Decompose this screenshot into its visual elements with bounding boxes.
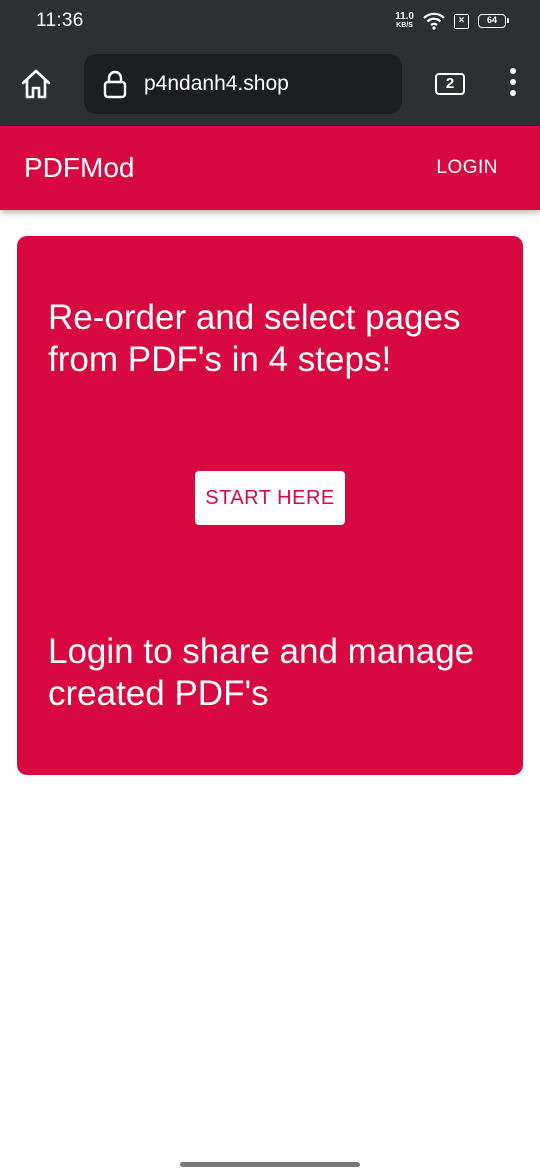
wifi-icon	[423, 12, 445, 30]
status-time: 11:36	[36, 10, 84, 31]
tab-switcher-button[interactable]: 2	[435, 73, 465, 95]
battery-level: 64	[486, 15, 497, 25]
brand-logo[interactable]: PDFMod	[24, 152, 134, 184]
network-speed-value: 11.0	[395, 11, 414, 22]
login-button[interactable]: LOGIN	[436, 157, 498, 179]
sim-x-icon: ×	[454, 13, 469, 29]
lock-icon	[103, 70, 127, 99]
menu-dot	[510, 90, 516, 96]
start-here-button[interactable]: START HERE	[195, 471, 345, 525]
home-icon[interactable]	[18, 66, 54, 102]
url-text: p4ndanh4.shop	[144, 72, 289, 95]
gesture-navigation-bar[interactable]	[180, 1162, 360, 1167]
status-bar: 11:36 11.0 KB/S × 64	[0, 0, 540, 42]
menu-dot	[510, 68, 516, 74]
browser-toolbar: p4ndanh4.shop 2	[0, 42, 540, 126]
app-bar: PDFMod LOGIN	[0, 126, 540, 210]
more-vert-icon[interactable]	[503, 68, 523, 102]
status-icons: 11.0 KB/S × 64	[395, 10, 509, 32]
menu-dot	[510, 79, 516, 85]
hero-subtitle: Login to share and manage created PDF's	[48, 632, 475, 713]
network-speed-unit: KB/S	[396, 22, 413, 29]
hero-card: Re-order and select pages from PDF's in …	[17, 236, 523, 775]
battery-icon: 64	[478, 14, 509, 28]
network-speed: 11.0 KB/S	[395, 12, 414, 30]
hero-title: Re-order and select pages from PDF's in …	[48, 298, 461, 379]
address-bar[interactable]: p4ndanh4.shop	[84, 54, 402, 114]
